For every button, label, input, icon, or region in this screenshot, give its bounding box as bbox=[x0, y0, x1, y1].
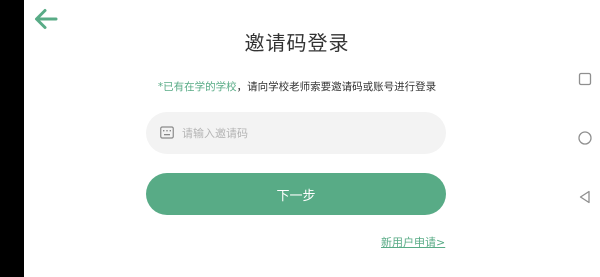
invite-code-field[interactable] bbox=[146, 112, 446, 154]
login-hint: *已有在学的学校，请向学校老师索要邀请码或账号进行登录 bbox=[24, 79, 570, 94]
triangle-back-icon bbox=[579, 190, 590, 204]
home-button[interactable] bbox=[576, 129, 594, 147]
recents-button[interactable] bbox=[576, 70, 594, 88]
page-title: 邀请码登录 bbox=[244, 31, 350, 55]
circle-icon bbox=[578, 131, 592, 145]
app-screen: 邀请码登录 *已有在学的学校，请向学校老师索要邀请码或账号进行登录 下一步 新用… bbox=[24, 0, 570, 277]
hint-highlight: *已有在学的学校 bbox=[157, 81, 237, 93]
square-icon bbox=[578, 72, 592, 86]
system-nav-bar bbox=[570, 0, 600, 277]
new-user-apply-link[interactable]: 新用户申请> bbox=[381, 234, 445, 250]
keyboard-icon bbox=[160, 126, 174, 139]
system-back-button[interactable] bbox=[576, 188, 594, 206]
next-button[interactable]: 下一步 bbox=[146, 173, 446, 215]
left-bezel bbox=[0, 0, 24, 277]
invite-code-input[interactable] bbox=[182, 112, 432, 154]
hint-text: ，请向学校老师索要邀请码或账号进行登录 bbox=[236, 81, 437, 93]
